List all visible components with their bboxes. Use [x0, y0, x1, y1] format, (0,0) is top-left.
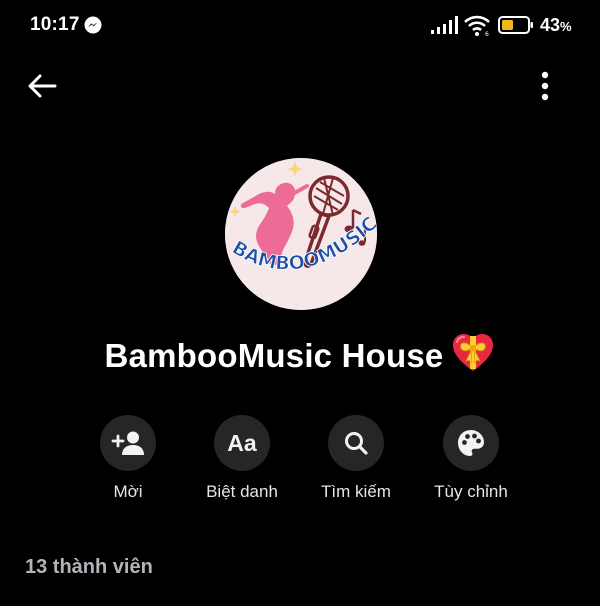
- search-icon: [345, 432, 368, 455]
- nickname-circle: Aa: [214, 415, 270, 471]
- invite-button[interactable]: Mời: [73, 415, 183, 502]
- wifi-icon: 6: [464, 15, 490, 37]
- customize-button[interactable]: Tùy chỉnh: [416, 415, 526, 502]
- group-name-text: BambooMusic House: [104, 337, 444, 374]
- group-name: BambooMusic House: [0, 333, 600, 381]
- customize-circle: [443, 415, 499, 471]
- svg-text:6: 6: [485, 31, 489, 37]
- customize-label: Tùy chỉnh: [434, 482, 508, 501]
- search-label: Tìm kiếm: [321, 482, 391, 501]
- bamboomusic-logo: BAMBOOMUSIC: [225, 158, 377, 310]
- heart-with-ribbon-icon: [451, 333, 495, 381]
- signal-icon: [431, 16, 458, 34]
- battery-percent: 43%: [540, 15, 572, 35]
- arrow-left-icon: [28, 74, 57, 98]
- search-circle: [328, 415, 384, 471]
- nickname-label: Biệt danh: [206, 482, 278, 501]
- battery-icon: [498, 16, 533, 34]
- members-count[interactable]: 13 thành viên: [25, 556, 153, 579]
- nickname-button[interactable]: Aa Biệt danh: [187, 415, 297, 502]
- back-button[interactable]: [22, 68, 62, 104]
- palette-icon: [458, 430, 484, 456]
- more-options-button[interactable]: [530, 66, 560, 106]
- more-vertical-icon: [541, 71, 549, 101]
- status-bar: 10:17 6 43%: [0, 0, 600, 52]
- text-aa-icon: Aa: [227, 429, 257, 456]
- status-time: 10:17: [30, 14, 80, 35]
- add-person-icon: [111, 431, 144, 455]
- search-button[interactable]: Tìm kiếm: [301, 415, 411, 502]
- invite-circle: [100, 415, 156, 471]
- invite-label: Mời: [113, 482, 143, 501]
- group-avatar[interactable]: BAMBOOMUSIC: [225, 158, 377, 310]
- messenger-icon: [84, 16, 102, 34]
